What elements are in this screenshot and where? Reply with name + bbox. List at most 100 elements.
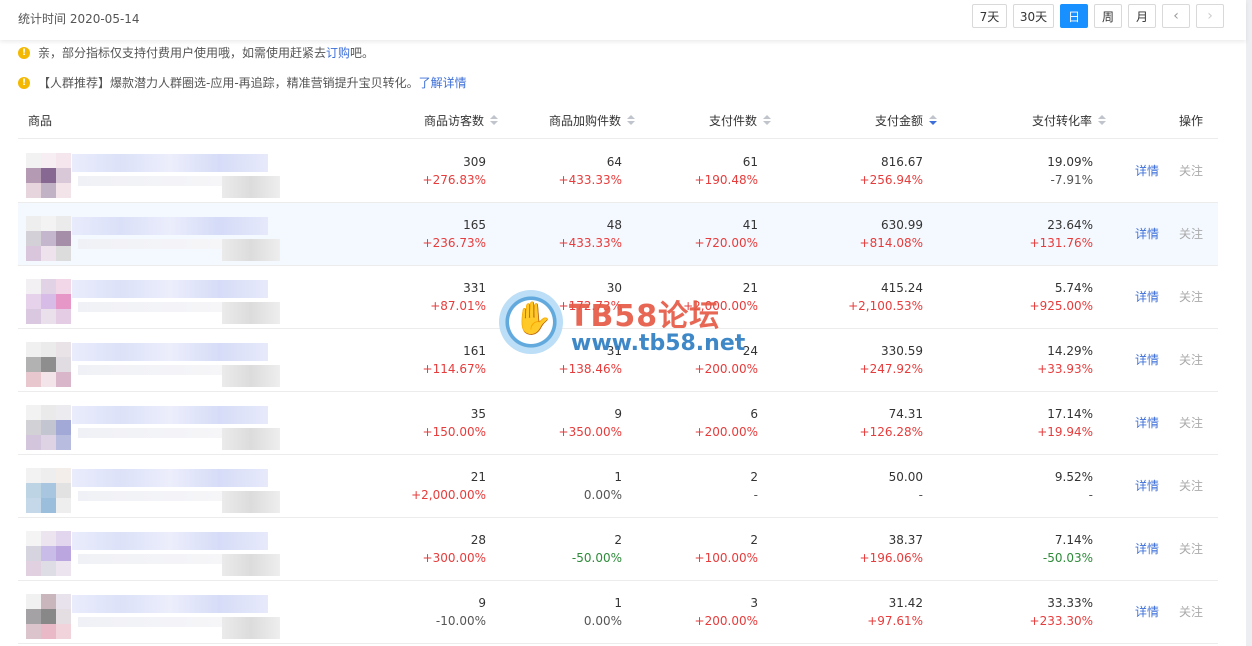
cell-visitors: 161 +114.67% — [423, 342, 486, 378]
product-title-blurred[interactable] — [72, 154, 268, 172]
visitors-value: 331 — [463, 281, 486, 295]
product-title-blurred[interactable] — [72, 595, 268, 613]
col-paid[interactable]: 支付件数 — [709, 112, 771, 129]
follow-button[interactable]: 关注 — [1179, 225, 1203, 242]
follow-button[interactable]: 关注 — [1179, 414, 1203, 431]
product-title-blurred[interactable] — [72, 406, 268, 424]
cell-visitors: 331 +87.01% — [430, 279, 486, 315]
detail-link[interactable]: 详情 — [1135, 351, 1159, 368]
follow-button[interactable]: 关注 — [1179, 540, 1203, 557]
paid-value: 61 — [742, 155, 758, 169]
product-thumbnail[interactable] — [26, 531, 71, 576]
detail-link[interactable]: 详情 — [1135, 603, 1159, 620]
detail-link[interactable]: 详情 — [1135, 414, 1159, 431]
product-thumbnail[interactable] — [26, 594, 71, 639]
product-price-blurred — [222, 176, 280, 198]
product-thumbnail[interactable] — [26, 153, 71, 198]
cell-amount: 630.99 +814.08% — [860, 216, 923, 252]
scrollbar[interactable] — [1246, 0, 1252, 646]
chevron-right-icon: › — [1207, 8, 1213, 24]
conv-change: +19.94% — [1037, 425, 1093, 439]
visitors-change: +114.67% — [422, 362, 486, 376]
product-sub-blurred — [78, 239, 228, 249]
addcart-value: 30 — [606, 281, 622, 295]
paid-change: +200.00% — [694, 614, 758, 628]
conv-value: 23.64% — [1047, 218, 1093, 232]
learn-more-link[interactable]: 了解详情 — [419, 74, 467, 91]
paid-value: 24 — [742, 344, 758, 358]
chevron-left-icon: ‹ — [1173, 8, 1179, 24]
col-conversion[interactable]: 支付转化率 — [1032, 112, 1106, 129]
cell-paid: 21 +2,000.00% — [683, 279, 758, 315]
follow-button[interactable]: 关注 — [1179, 351, 1203, 368]
cell-paid: 24 +200.00% — [695, 342, 758, 378]
range-day-button[interactable]: 日 — [1060, 4, 1088, 28]
addcart-change: +350.00% — [558, 425, 622, 439]
range-30d-button[interactable]: 30天 — [1013, 4, 1054, 28]
table-row[interactable]: 331 +87.01% 30 +172.73% 21 +2,000.00% 415.24 +2… — [18, 266, 1218, 329]
next-date-button[interactable]: › — [1196, 4, 1224, 28]
product-thumbnail[interactable] — [26, 405, 71, 450]
cell-addcart: 64 +433.33% — [559, 153, 622, 189]
col-actions: 操作 — [1179, 114, 1204, 128]
conv-change: - — [1088, 488, 1093, 502]
table-row[interactable]: 165 +236.73% 48 +433.33% 41 +720.00% 630.99 +81… — [18, 203, 1218, 266]
col-label: 商品访客数 — [423, 114, 484, 128]
notice-subscription: ! 亲，部分指标仅支持付费用户使用哦，如需使用赶紧去 订购 吧。 — [18, 44, 374, 61]
product-title-blurred[interactable] — [72, 343, 268, 361]
cell-visitors: 165 +236.73% — [423, 216, 486, 252]
product-title-blurred[interactable] — [72, 280, 268, 298]
product-title-blurred[interactable] — [72, 217, 268, 235]
product-title-blurred[interactable] — [72, 469, 268, 487]
subscribe-link[interactable]: 订购 — [326, 44, 350, 61]
paid-change: +2,000.00% — [683, 299, 758, 313]
table-row[interactable]: 21 +2,000.00% 1 0.00% 2-50.00-9.52% - 详情 关注 — [18, 455, 1218, 518]
amount-value: 74.31 — [888, 407, 923, 421]
follow-button[interactable]: 关注 — [1179, 288, 1203, 305]
table-row[interactable]: 28 +300.00% 2 -50.00% 2 +100.00% 38.37 +196.06%… — [18, 518, 1218, 581]
detail-link[interactable]: 详情 — [1135, 162, 1159, 179]
cell-conv: 14.29% +33.93% — [1037, 342, 1093, 378]
product-thumbnail[interactable] — [26, 468, 71, 513]
product-thumbnail[interactable] — [26, 216, 71, 261]
col-visitors[interactable]: 商品访客数 — [424, 112, 498, 129]
follow-button[interactable]: 关注 — [1179, 477, 1203, 494]
detail-link[interactable]: 详情 — [1135, 540, 1159, 557]
range-week-button[interactable]: 周 — [1094, 4, 1122, 28]
amount-value: 630.99 — [881, 218, 923, 232]
table-row[interactable]: 309 +276.83% 64 +433.33% 61 +190.48% 816.67 +25… — [18, 140, 1218, 203]
cell-amount: 816.67 +256.94% — [860, 153, 923, 189]
cell-amount: 415.24 +2,100.53% — [848, 279, 923, 315]
range-7d-button[interactable]: 7天 — [972, 4, 1007, 28]
range-month-button[interactable]: 月 — [1128, 4, 1156, 28]
table-row[interactable]: 9 -10.00% 1 0.00% 3 +200.00% 31.42 +97.61% 33.33… — [18, 581, 1218, 644]
visitors-change: +236.73% — [422, 236, 486, 250]
follow-button[interactable]: 关注 — [1179, 603, 1203, 620]
conv-change: -50.03% — [1042, 551, 1093, 565]
paid-change: +190.48% — [694, 173, 758, 187]
cell-amount: 330.59 +247.92% — [860, 342, 923, 378]
addcart-change: 0.00% — [583, 614, 622, 628]
col-addcart[interactable]: 商品加购件数 — [549, 112, 635, 129]
paid-change: +200.00% — [694, 362, 758, 376]
visitors-change: +276.83% — [422, 173, 486, 187]
notice-text: 亲，部分指标仅支持付费用户使用哦，如需使用赶紧去 — [38, 46, 327, 60]
amount-change: +814.08% — [859, 236, 923, 250]
table-row[interactable]: 161 +114.67% 31 +138.46% 24 +200.00% 330.59 +24… — [18, 329, 1218, 392]
table-row[interactable]: 35 +150.00% 9 +350.00% 6 +200.00% 74.31 +126.28… — [18, 392, 1218, 455]
follow-button[interactable]: 关注 — [1179, 162, 1203, 179]
product-sub-blurred — [78, 176, 228, 186]
product-price-blurred — [222, 428, 280, 450]
paid-value: 3 — [750, 596, 758, 610]
product-thumbnail[interactable] — [26, 279, 71, 324]
addcart-value: 48 — [606, 218, 622, 232]
prev-date-button[interactable]: ‹ — [1162, 4, 1190, 28]
detail-link[interactable]: 详情 — [1135, 225, 1159, 242]
product-title-blurred[interactable] — [72, 532, 268, 550]
product-thumbnail[interactable] — [26, 342, 71, 387]
info-icon: ! — [18, 46, 30, 59]
detail-link[interactable]: 详情 — [1135, 477, 1159, 494]
col-amount[interactable]: 支付金额 — [875, 112, 937, 129]
detail-link[interactable]: 详情 — [1135, 288, 1159, 305]
cell-paid: 6 +200.00% — [695, 405, 758, 441]
